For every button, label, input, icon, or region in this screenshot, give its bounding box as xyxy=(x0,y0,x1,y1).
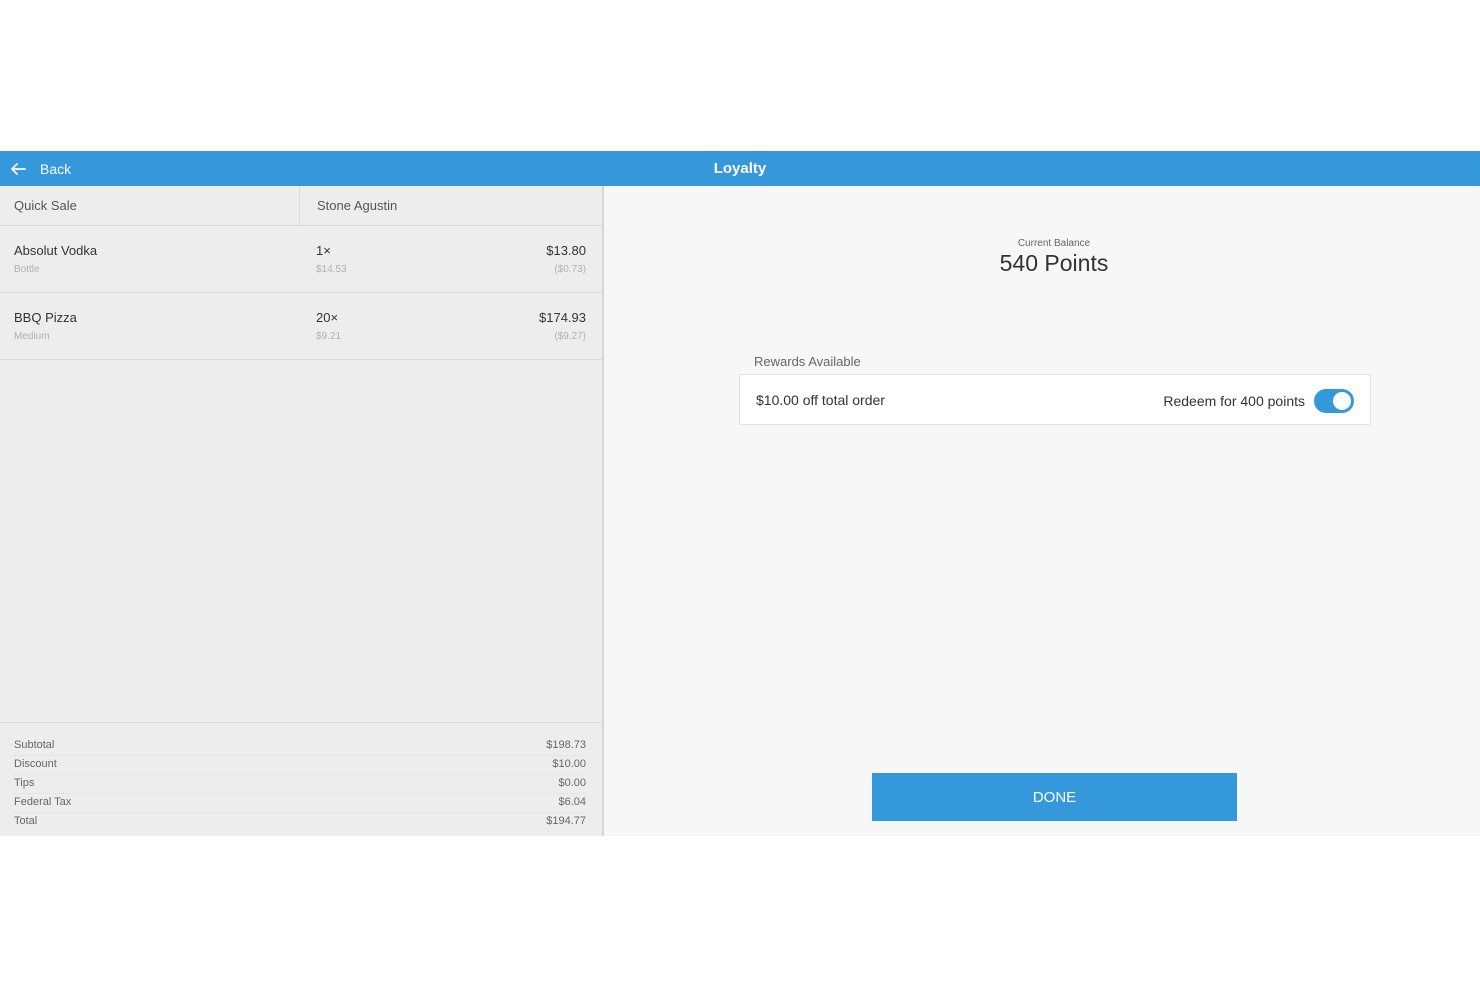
item-name: BBQ Pizza xyxy=(14,310,77,325)
totals-label: Tips xyxy=(14,777,35,789)
totals-row-tips: Tips $0.00 xyxy=(14,775,586,794)
loyalty-panel: Current Balance 540 Points Rewards Avail… xyxy=(604,186,1480,836)
item-qty: 20× xyxy=(316,310,339,325)
redeem-label: Redeem for 400 points xyxy=(1163,393,1305,409)
order-header: Quick Sale Stone Agustin xyxy=(0,186,602,226)
item-discount: ($9.27) xyxy=(554,331,586,342)
rewards-label: Rewards Available xyxy=(754,354,861,369)
page-title: Loyalty xyxy=(713,160,767,177)
back-label: Back xyxy=(40,160,72,177)
back-button[interactable]: Back xyxy=(10,151,71,186)
order-item[interactable]: BBQ Pizza Medium 20× $9.21 $174.93 ($9.2… xyxy=(0,293,602,360)
totals-value: $0.00 xyxy=(558,777,586,789)
item-price: $174.93 xyxy=(539,310,586,325)
totals-label: Federal Tax xyxy=(14,796,72,808)
quick-sale-cell[interactable]: Quick Sale xyxy=(0,186,300,225)
arrow-left-icon xyxy=(11,162,26,175)
item-unit-price: $14.53 xyxy=(316,264,347,275)
app-window: Back Loyalty Quick Sale Stone Agustin Ab… xyxy=(0,151,1480,836)
reward-card: $10.00 off total order Redeem for 400 po… xyxy=(739,374,1371,425)
item-name: Absolut Vodka xyxy=(14,243,98,258)
totals-row-federal-tax: Federal Tax $6.04 xyxy=(14,794,586,813)
customer-cell[interactable]: Stone Agustin xyxy=(301,186,602,225)
totals-label: Subtotal xyxy=(14,739,55,751)
redeem-control: Redeem for 400 points xyxy=(1163,389,1354,413)
item-variant: Medium xyxy=(14,331,50,342)
balance-label: Current Balance xyxy=(1017,238,1091,249)
top-bar: Back Loyalty xyxy=(0,151,1480,186)
totals-value: $198.73 xyxy=(546,739,586,751)
item-variant: Bottle xyxy=(14,264,40,275)
done-button[interactable]: DONE xyxy=(872,773,1237,821)
reward-description: $10.00 off total order xyxy=(756,392,885,408)
totals-label: Discount xyxy=(14,758,57,770)
totals-value: $6.04 xyxy=(558,796,586,808)
toggle-knob xyxy=(1333,392,1351,410)
totals-value: $194.77 xyxy=(546,815,586,827)
item-unit-price: $9.21 xyxy=(316,331,342,342)
totals-label: Total xyxy=(14,815,38,827)
totals-row-discount: Discount $10.00 xyxy=(14,756,586,775)
totals-value: $10.00 xyxy=(552,758,586,770)
redeem-toggle[interactable] xyxy=(1314,389,1354,413)
item-qty: 1× xyxy=(316,243,331,258)
item-price: $13.80 xyxy=(546,243,586,258)
balance-value: 540 Points xyxy=(999,250,1109,276)
totals-row-total: Total $194.77 xyxy=(14,813,586,831)
totals-row-subtotal: Subtotal $198.73 xyxy=(14,737,586,756)
item-discount: ($0.73) xyxy=(554,264,586,275)
order-totals: Subtotal $198.73 Discount $10.00 Tips $0… xyxy=(0,722,602,836)
order-item[interactable]: Absolut Vodka Bottle 1× $14.53 $13.80 ($… xyxy=(0,226,602,293)
order-panel: Quick Sale Stone Agustin Absolut Vodka B… xyxy=(0,186,604,836)
